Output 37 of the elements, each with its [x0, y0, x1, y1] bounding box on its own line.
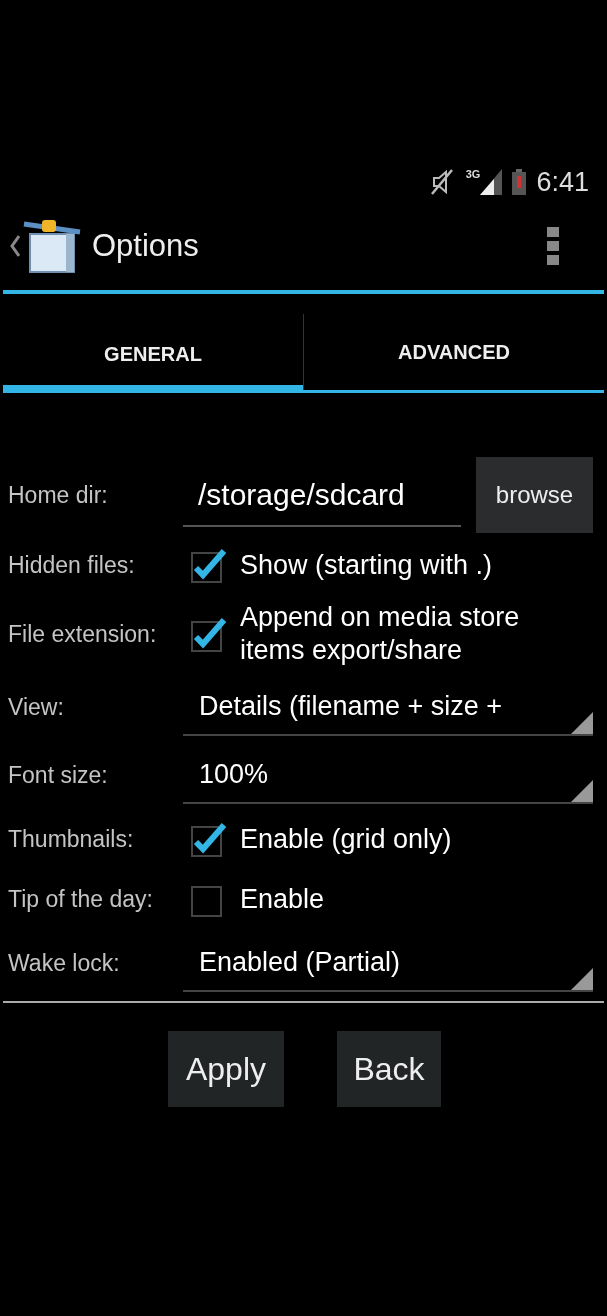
checkbox-label: Show (starting with .) — [240, 548, 494, 582]
screen-title: Options — [92, 226, 199, 265]
signal-icon — [480, 169, 503, 195]
checkbox[interactable] — [191, 616, 227, 652]
dropdown-corner-icon — [571, 780, 593, 802]
field-label: Hidden files: — [8, 550, 136, 580]
dropdown[interactable]: Details (filename + size + — [183, 678, 593, 736]
field-label: Home dir: — [8, 480, 109, 510]
field-label: Wake lock: — [8, 948, 121, 978]
field-label: File extension: — [8, 619, 158, 649]
back-button[interactable] — [10, 218, 82, 274]
dropdown-corner-icon — [571, 712, 593, 734]
mute-icon — [429, 168, 456, 196]
checkbox[interactable] — [191, 547, 227, 583]
field-label: View: — [8, 692, 65, 722]
dropdown[interactable]: Enabled (Partial) — [183, 934, 593, 992]
battery-icon — [512, 169, 527, 195]
app-icon — [22, 218, 82, 274]
action-button[interactable]: Back — [337, 1031, 441, 1107]
network-type: 3G — [465, 169, 481, 180]
checkbox[interactable] — [191, 821, 227, 857]
back-caret-icon — [10, 234, 20, 258]
checkbox-label: Enable (grid only) — [240, 822, 453, 856]
field-label: Thumbnails: — [8, 824, 135, 854]
clock: 6:41 — [536, 165, 589, 199]
dropdown[interactable]: 100% — [183, 746, 593, 804]
tab[interactable]: GENERAL — [3, 314, 303, 393]
action-button[interactable]: Apply — [168, 1031, 284, 1107]
overflow-menu-icon[interactable] — [547, 227, 559, 265]
browse-button[interactable]: browse — [476, 457, 593, 533]
input-field[interactable]: /storage/sdcard — [183, 463, 461, 527]
field-label: Font size: — [8, 760, 109, 790]
dropdown-corner-icon — [571, 968, 593, 990]
checkbox-label: Append on media store items export/share — [240, 601, 521, 667]
field-label: Tip of the day: — [8, 884, 154, 914]
checkbox-label: Enable — [240, 882, 326, 916]
tab[interactable]: ADVANCED — [303, 314, 604, 390]
